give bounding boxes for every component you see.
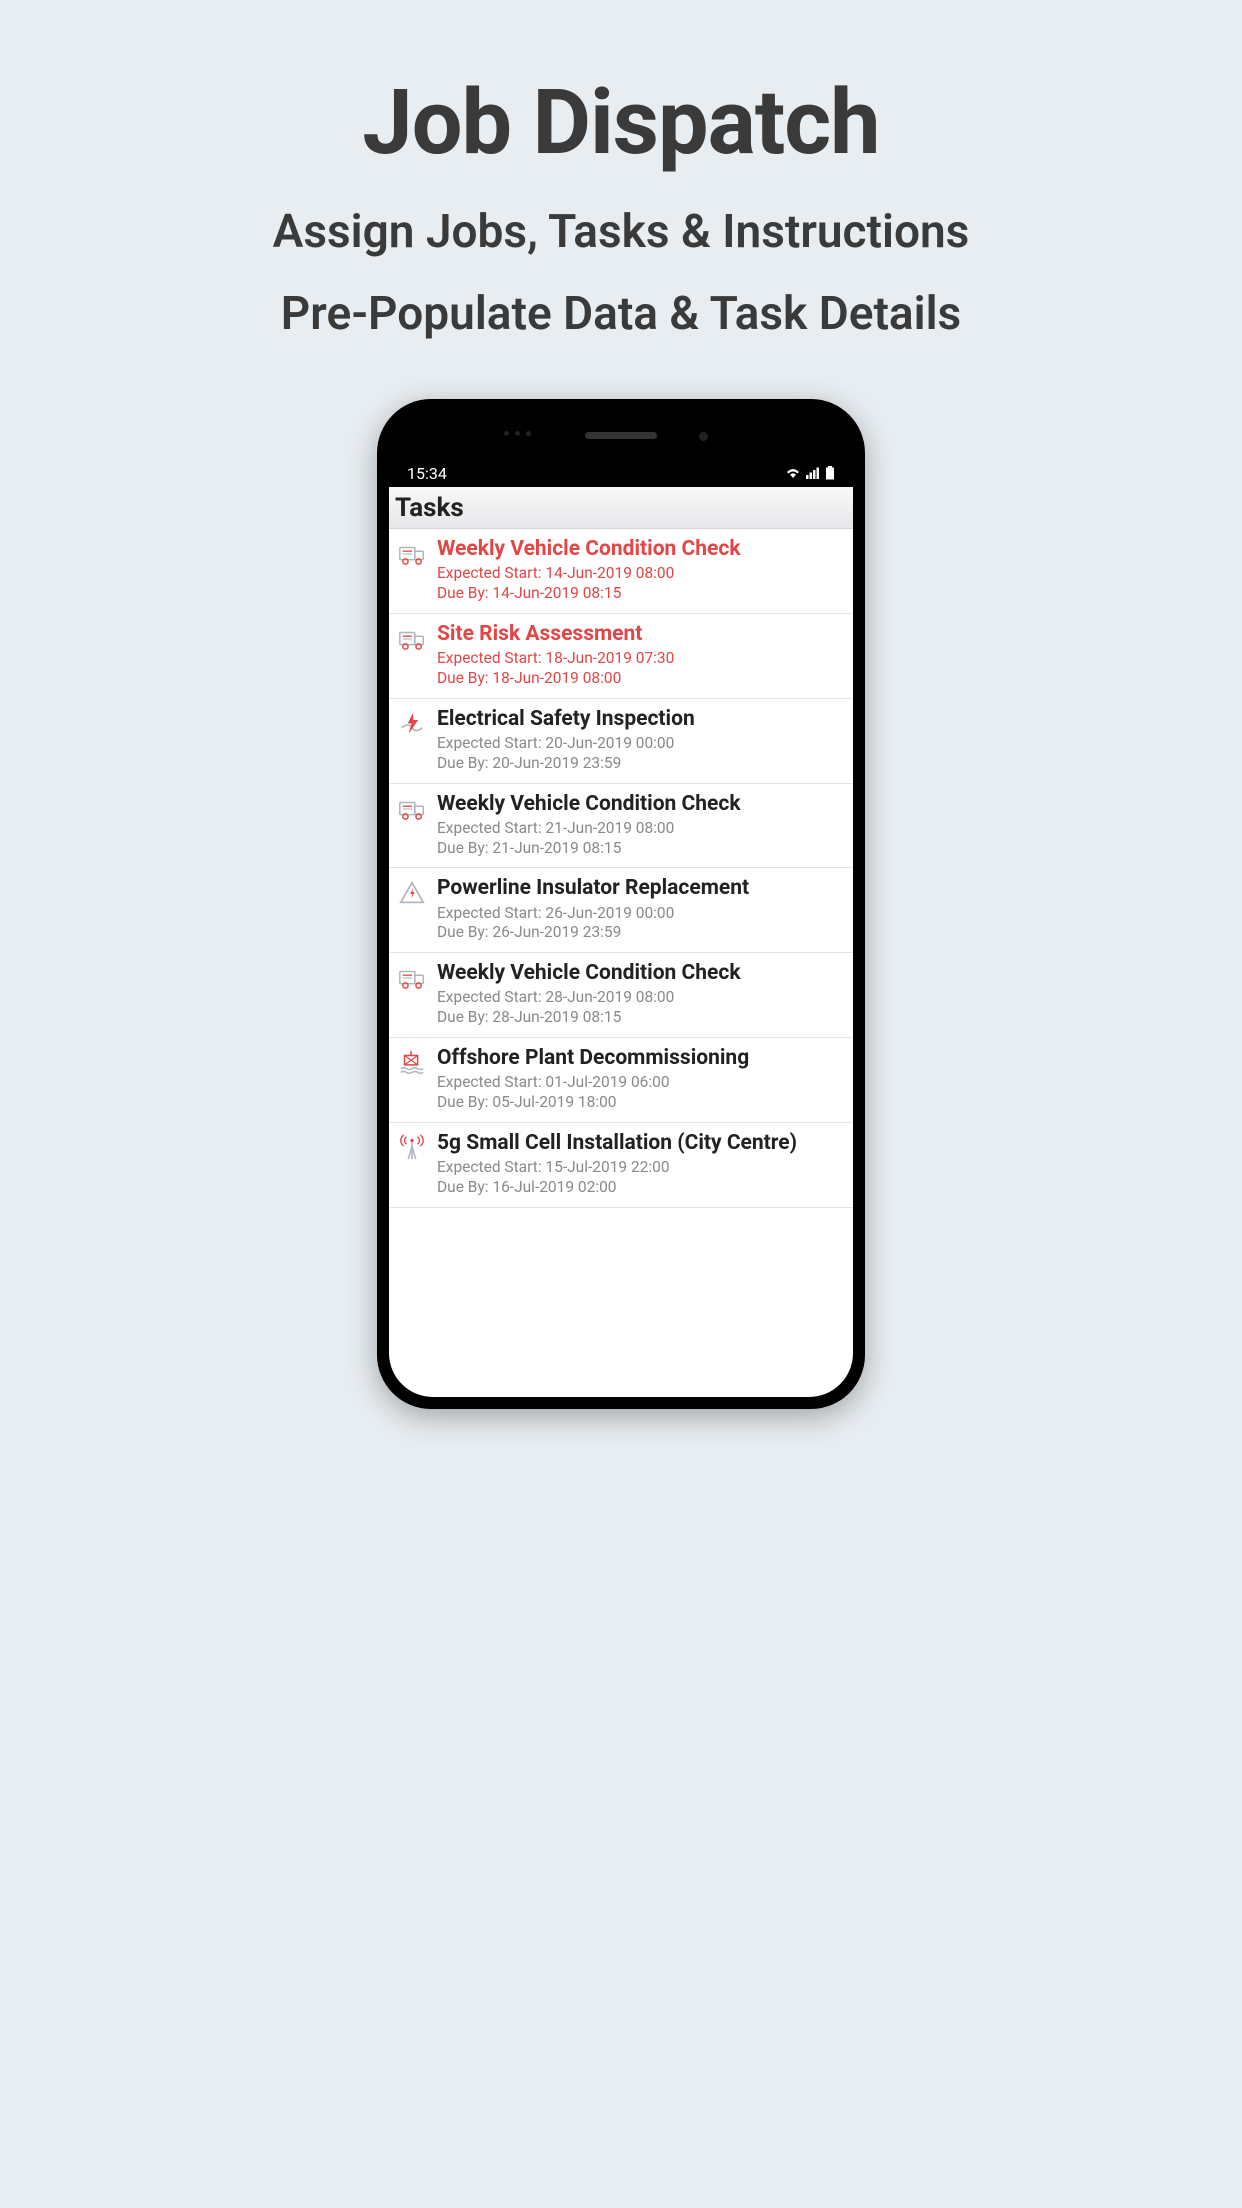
task-content: Weekly Vehicle Condition CheckExpected S… — [437, 537, 845, 604]
task-title: Offshore Plant Decommissioning — [437, 1046, 845, 1071]
task-due-by: Due By: 20-Jun-2019 23:59 — [437, 754, 845, 774]
task-expected-start: Expected Start: 14-Jun-2019 08:00 — [437, 564, 845, 584]
electrical-icon — [397, 709, 427, 739]
task-row[interactable]: Weekly Vehicle Condition CheckExpected S… — [389, 953, 853, 1038]
task-content: Site Risk AssessmentExpected Start: 18-J… — [437, 622, 845, 689]
task-title: Site Risk Assessment — [437, 622, 845, 647]
task-expected-start: Expected Start: 18-Jun-2019 07:30 — [437, 649, 845, 669]
phone-frame: 15:34 Tasks Weekly Vehicle Condition Che… — [377, 399, 865, 1409]
offshore-icon — [397, 1048, 427, 1078]
signal-icon — [806, 467, 820, 479]
truck-icon — [397, 624, 427, 654]
task-content: Weekly Vehicle Condition CheckExpected S… — [437, 792, 845, 859]
warning-icon — [397, 878, 427, 908]
task-content: Offshore Plant DecommissioningExpected S… — [437, 1046, 845, 1113]
app-header-title: Tasks — [395, 493, 464, 523]
antenna-icon — [397, 1133, 427, 1163]
task-due-by: Due By: 26-Jun-2019 23:59 — [437, 923, 845, 943]
task-expected-start: Expected Start: 28-Jun-2019 08:00 — [437, 988, 845, 1008]
task-row[interactable]: Electrical Safety InspectionExpected Sta… — [389, 699, 853, 784]
task-row[interactable]: Weekly Vehicle Condition CheckExpected S… — [389, 529, 853, 614]
task-title: Weekly Vehicle Condition Check — [437, 537, 845, 562]
task-due-by: Due By: 21-Jun-2019 08:15 — [437, 839, 845, 859]
phone-bezel-top — [389, 411, 853, 459]
task-title: Weekly Vehicle Condition Check — [437, 961, 845, 986]
phone-screen: 15:34 Tasks Weekly Vehicle Condition Che… — [389, 411, 853, 1397]
app-header: Tasks — [389, 487, 853, 529]
task-due-by: Due By: 28-Jun-2019 08:15 — [437, 1008, 845, 1028]
task-expected-start: Expected Start: 26-Jun-2019 00:00 — [437, 904, 845, 924]
truck-icon — [397, 539, 427, 569]
promo-title: Job Dispatch — [0, 70, 1242, 175]
task-content: Weekly Vehicle Condition CheckExpected S… — [437, 961, 845, 1028]
task-row[interactable]: Weekly Vehicle Condition CheckExpected S… — [389, 784, 853, 869]
task-row[interactable]: Offshore Plant DecommissioningExpected S… — [389, 1038, 853, 1123]
task-title: Powerline Insulator Replacement — [437, 876, 845, 901]
promo-subtitle-2: Pre-Populate Data & Task Details — [0, 287, 1242, 341]
task-content: Powerline Insulator Replacement Expected … — [437, 876, 845, 943]
task-content: Electrical Safety InspectionExpected Sta… — [437, 707, 845, 774]
battery-icon — [825, 466, 835, 480]
task-expected-start: Expected Start: 20-Jun-2019 00:00 — [437, 734, 845, 754]
status-indicators — [785, 466, 835, 480]
task-list[interactable]: Weekly Vehicle Condition CheckExpected S… — [389, 529, 853, 1397]
task-row[interactable]: Site Risk AssessmentExpected Start: 18-J… — [389, 614, 853, 699]
task-due-by: Due By: 05-Jul-2019 18:00 — [437, 1093, 845, 1113]
task-due-by: Due By: 14-Jun-2019 08:15 — [437, 584, 845, 604]
wifi-icon — [785, 467, 801, 479]
task-title: Weekly Vehicle Condition Check — [437, 792, 845, 817]
status-time: 15:34 — [407, 464, 447, 483]
task-content: 5g Small Cell Installation (City Centre)… — [437, 1131, 845, 1198]
task-due-by: Due By: 18-Jun-2019 08:00 — [437, 669, 845, 689]
promo-header: Job Dispatch Assign Jobs, Tasks & Instru… — [0, 0, 1242, 341]
task-expected-start: Expected Start: 21-Jun-2019 08:00 — [437, 819, 845, 839]
task-due-by: Due By: 16-Jul-2019 02:00 — [437, 1178, 845, 1198]
truck-icon — [397, 794, 427, 824]
status-bar: 15:34 — [389, 459, 853, 487]
task-title: 5g Small Cell Installation (City Centre) — [437, 1131, 845, 1156]
task-title: Electrical Safety Inspection — [437, 707, 845, 732]
task-expected-start: Expected Start: 15-Jul-2019 22:00 — [437, 1158, 845, 1178]
truck-icon — [397, 963, 427, 993]
task-row[interactable]: 5g Small Cell Installation (City Centre)… — [389, 1123, 853, 1208]
task-expected-start: Expected Start: 01-Jul-2019 06:00 — [437, 1073, 845, 1093]
promo-subtitle-1: Assign Jobs, Tasks & Instructions — [0, 205, 1242, 259]
task-row[interactable]: Powerline Insulator Replacement Expected … — [389, 868, 853, 953]
